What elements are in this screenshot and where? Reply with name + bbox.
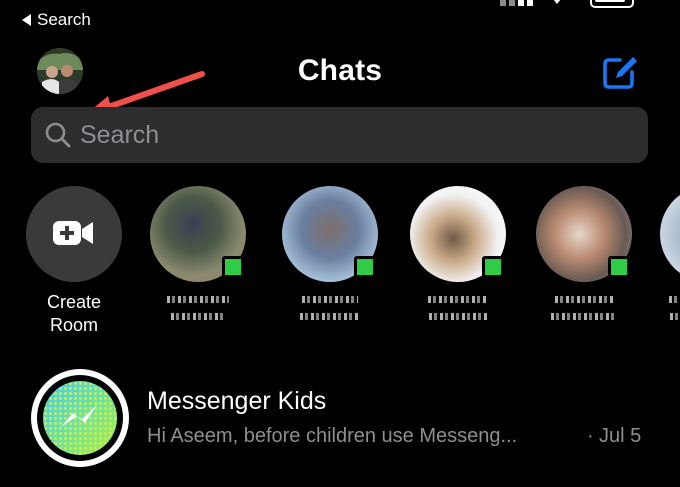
contact-name-redacted bbox=[295, 296, 365, 320]
chat-name: Messenger Kids bbox=[147, 387, 327, 415]
status-icons bbox=[490, 0, 650, 14]
contact-name-redacted bbox=[664, 296, 680, 320]
contact-name-redacted bbox=[549, 296, 619, 320]
online-indicator-icon bbox=[608, 256, 630, 278]
contact-avatar bbox=[150, 186, 246, 282]
messenger-bolt-icon bbox=[61, 405, 97, 427]
cellular-signal-icon bbox=[500, 0, 533, 6]
back-triangle-icon bbox=[22, 14, 31, 26]
status-bar: Search bbox=[0, 0, 680, 40]
search-icon bbox=[45, 122, 71, 148]
chat-date: Jul 5 bbox=[599, 425, 642, 447]
online-indicator-icon bbox=[482, 256, 504, 278]
page-title: Chats bbox=[297, 54, 383, 87]
back-link-label: Search bbox=[37, 10, 91, 29]
create-room-label: Create Room bbox=[46, 292, 102, 335]
search-input[interactable]: Search bbox=[31, 107, 648, 163]
header: Chats bbox=[0, 40, 680, 118]
chat-avatar bbox=[31, 369, 129, 467]
compose-icon bbox=[603, 57, 637, 89]
contact-story[interactable] bbox=[410, 186, 506, 330]
search-placeholder: Search bbox=[80, 120, 160, 149]
back-to-search-link[interactable]: Search bbox=[22, 10, 91, 30]
online-indicator-icon bbox=[354, 256, 376, 278]
contact-name-redacted bbox=[423, 296, 493, 320]
create-room-button[interactable]: Create Room bbox=[26, 186, 122, 337]
contact-name-redacted bbox=[163, 296, 233, 320]
chat-list-item[interactable]: Messenger Kids Hi Aseem, before children… bbox=[0, 365, 680, 475]
contact-story[interactable] bbox=[536, 186, 632, 330]
contact-avatar bbox=[410, 186, 506, 282]
wifi-icon bbox=[553, 0, 561, 4]
chat-separator: · bbox=[587, 425, 594, 447]
contact-avatar bbox=[536, 186, 632, 282]
contact-avatar bbox=[660, 186, 680, 282]
contact-avatar bbox=[282, 186, 378, 282]
chat-preview: Hi Aseem, before children use Messeng... bbox=[147, 425, 518, 447]
contact-story-partial[interactable] bbox=[660, 186, 680, 330]
active-contacts-row: Create Room bbox=[0, 186, 680, 346]
battery-icon bbox=[590, 0, 634, 8]
video-camera-plus-icon bbox=[53, 221, 93, 245]
contact-story[interactable] bbox=[282, 186, 378, 330]
create-room-circle bbox=[26, 186, 122, 282]
contact-story[interactable] bbox=[150, 186, 246, 330]
compose-button[interactable] bbox=[600, 52, 640, 92]
online-indicator-icon bbox=[222, 256, 244, 278]
